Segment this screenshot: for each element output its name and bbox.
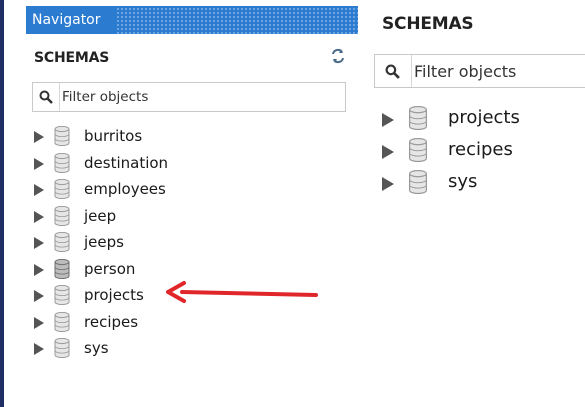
database-icon xyxy=(409,106,427,130)
filter-input[interactable] xyxy=(59,83,332,111)
schema-label: burritos xyxy=(84,127,143,145)
window-edge xyxy=(0,0,4,407)
search-icon xyxy=(39,90,53,104)
refresh-icon[interactable] xyxy=(330,48,346,64)
expand-triangle-icon[interactable] xyxy=(34,316,44,329)
navigator-title: Navigator xyxy=(32,12,101,28)
schema-label: sys xyxy=(84,339,109,357)
expand-triangle-icon[interactable] xyxy=(34,131,44,143)
database-icon xyxy=(54,232,70,252)
expand-triangle-icon[interactable] xyxy=(382,113,394,127)
schema-label: jeep xyxy=(84,206,117,225)
database-icon xyxy=(54,338,70,358)
navigator-header: Navigator xyxy=(26,6,358,34)
expand-triangle-icon[interactable] xyxy=(34,343,44,355)
expand-triangle-icon[interactable] xyxy=(34,184,44,196)
expand-triangle-icon[interactable] xyxy=(34,157,44,170)
database-icon xyxy=(54,179,70,199)
expand-triangle-icon[interactable] xyxy=(34,210,44,223)
schema-label: projects xyxy=(84,286,144,304)
schemas-title: SCHEMAS xyxy=(382,14,474,34)
schema-label: destination xyxy=(84,153,169,172)
expand-triangle-icon[interactable] xyxy=(34,263,44,276)
database-icon xyxy=(409,170,427,194)
schema-label: projects xyxy=(448,107,520,128)
database-icon xyxy=(54,126,70,146)
schema-label: sys xyxy=(448,171,478,192)
database-icon xyxy=(54,285,70,305)
expand-triangle-icon[interactable] xyxy=(34,237,44,249)
database-icon xyxy=(54,152,70,173)
expand-triangle-icon[interactable] xyxy=(382,145,394,159)
database-icon xyxy=(54,258,70,279)
schema-label: person xyxy=(84,259,136,278)
filter-box xyxy=(374,54,585,88)
filter-input[interactable] xyxy=(411,55,584,87)
expand-triangle-icon[interactable] xyxy=(34,290,44,302)
database-icon xyxy=(54,311,70,332)
schema-label: recipes xyxy=(84,312,139,331)
red-arrow-icon xyxy=(166,281,318,303)
schema-label: employees xyxy=(84,180,166,198)
database-icon xyxy=(409,138,427,162)
navigator-panel: Navigator SCHEMAS burritos destination emp… xyxy=(26,6,358,407)
schemas-title: SCHEMAS xyxy=(34,50,110,66)
schema-label: recipes xyxy=(448,139,513,160)
filter-box xyxy=(32,82,346,112)
search-icon xyxy=(385,64,400,79)
schema-label: jeeps xyxy=(84,233,124,251)
expand-triangle-icon[interactable] xyxy=(382,177,394,191)
database-icon xyxy=(54,205,70,226)
